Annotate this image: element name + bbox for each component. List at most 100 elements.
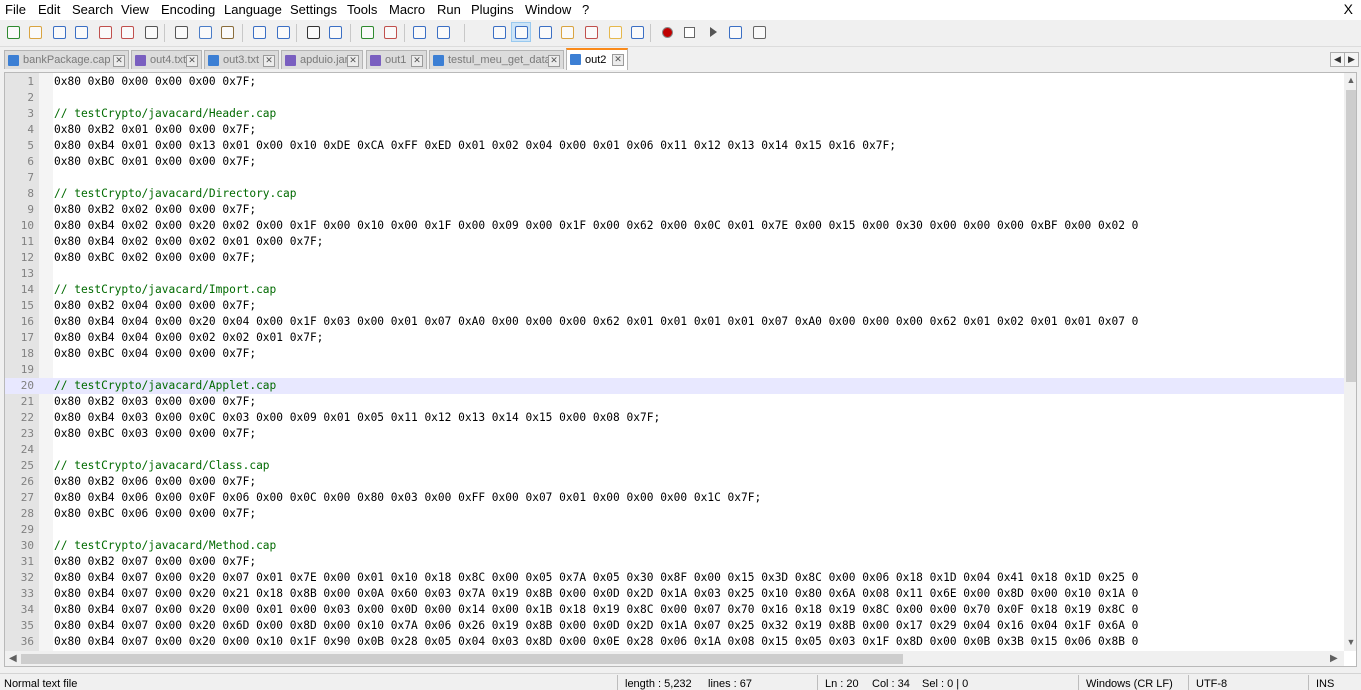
scroll-up-icon[interactable]: ▲: [1346, 75, 1356, 85]
code-line[interactable]: 9 0x80 0xB2 0x02 0x00 0x00 0x7F;: [5, 202, 1344, 218]
save-icon[interactable]: [50, 23, 68, 41]
sync-horizontal-icon[interactable]: [434, 23, 452, 41]
code-line[interactable]: 10 0x80 0xB4 0x02 0x00 0x20 0x02 0x00 0x1…: [5, 218, 1344, 234]
menu-file[interactable]: File: [5, 2, 26, 17]
save-all-icon[interactable]: [72, 23, 90, 41]
tab-close-icon[interactable]: ✕: [548, 55, 560, 67]
menu-search[interactable]: Search: [72, 2, 113, 17]
document-map-icon[interactable]: [558, 23, 576, 41]
code-line[interactable]: 36 0x80 0xB4 0x07 0x00 0x20 0x00 0x10 0x1…: [5, 634, 1344, 650]
undo-icon[interactable]: [250, 23, 268, 41]
code-line[interactable]: 33 0x80 0xB4 0x07 0x00 0x20 0x21 0x18 0x8…: [5, 586, 1344, 602]
code-line[interactable]: 20 // testCrypto/javacard/Applet.cap: [5, 378, 1344, 394]
folder-workspace-icon[interactable]: [606, 23, 624, 41]
record-macro-icon[interactable]: [658, 23, 676, 41]
tab-close-icon[interactable]: ✕: [113, 55, 125, 67]
tab-out2[interactable]: out2 ✕: [566, 48, 628, 70]
code-line[interactable]: 22 0x80 0xB4 0x03 0x00 0x0C 0x03 0x00 0x0…: [5, 410, 1344, 426]
tab-apduio[interactable]: apduio.jar ✕: [281, 50, 363, 69]
menu-settings[interactable]: Settings: [290, 2, 337, 17]
run-macro-multiple-icon[interactable]: [726, 23, 744, 41]
zoom-out-icon[interactable]: [381, 23, 399, 41]
paste-icon[interactable]: [218, 23, 236, 41]
indent-guide-icon[interactable]: [536, 23, 554, 41]
tab-scroll-left-button[interactable]: ◀: [1330, 52, 1345, 67]
code-lines[interactable]: 1 0x80 0xB0 0x00 0x00 0x00 0x7F; 2 3// test…: [5, 74, 1344, 650]
menu-plugins[interactable]: Plugins: [471, 2, 514, 17]
print-icon[interactable]: [142, 23, 160, 41]
code-line[interactable]: 27 0x80 0xB4 0x06 0x00 0x0F 0x06 0x00 0x0…: [5, 490, 1344, 506]
menu-run[interactable]: Run: [437, 2, 461, 17]
zoom-in-icon[interactable]: [358, 23, 376, 41]
save-macro-icon[interactable]: [750, 23, 768, 41]
menu-macro[interactable]: Macro: [389, 2, 425, 17]
tab-bankpackage[interactable]: bankPackage.cap ✕: [4, 50, 129, 69]
close-document-button[interactable]: X: [1344, 1, 1353, 17]
tab-out4[interactable]: out4.txt ✕: [131, 50, 202, 69]
tab-close-icon[interactable]: ✕: [612, 54, 624, 66]
horizontal-scroll-thumb[interactable]: [21, 654, 903, 664]
close-all-icon[interactable]: [118, 23, 136, 41]
word-wrap-icon[interactable]: [511, 22, 531, 42]
stop-macro-icon[interactable]: [680, 23, 698, 41]
code-line[interactable]: 6 0x80 0xBC 0x01 0x00 0x00 0x7F;: [5, 154, 1344, 170]
menu-encoding[interactable]: Encoding: [161, 2, 215, 17]
code-line[interactable]: 19: [5, 362, 1344, 378]
menu-view[interactable]: View: [121, 2, 149, 17]
cut-icon[interactable]: [172, 23, 190, 41]
code-line[interactable]: 15 0x80 0xB2 0x04 0x00 0x00 0x7F;: [5, 298, 1344, 314]
tab-close-icon[interactable]: ✕: [411, 55, 423, 67]
code-line[interactable]: 21 0x80 0xB2 0x03 0x00 0x00 0x7F;: [5, 394, 1344, 410]
find-icon[interactable]: [304, 23, 322, 41]
code-line[interactable]: 17 0x80 0xB4 0x04 0x00 0x02 0x02 0x01 0x7…: [5, 330, 1344, 346]
vertical-scroll-thumb[interactable]: [1346, 90, 1356, 382]
code-line[interactable]: 35 0x80 0xB4 0x07 0x00 0x20 0x6D 0x00 0x8…: [5, 618, 1344, 634]
menu-tools[interactable]: Tools: [347, 2, 377, 17]
code-line[interactable]: 29: [5, 522, 1344, 538]
code-line[interactable]: 31 0x80 0xB2 0x07 0x00 0x00 0x7F;: [5, 554, 1344, 570]
menu-language[interactable]: Language: [224, 2, 282, 17]
horizontal-scrollbar[interactable]: ◀ ▶: [5, 651, 1344, 666]
code-line[interactable]: 18 0x80 0xBC 0x04 0x00 0x00 0x7F;: [5, 346, 1344, 362]
code-line[interactable]: 3 // testCrypto/javacard/Header.cap: [5, 106, 1344, 122]
tab-close-icon[interactable]: ✕: [186, 55, 198, 67]
code-line[interactable]: 32 0x80 0xB4 0x07 0x00 0x20 0x07 0x01 0x7…: [5, 570, 1344, 586]
code-line[interactable]: 28 0x80 0xBC 0x06 0x00 0x00 0x7F;: [5, 506, 1344, 522]
scroll-down-icon[interactable]: ▼: [1346, 637, 1356, 647]
code-line[interactable]: 8 // testCrypto/javacard/Directory.cap: [5, 186, 1344, 202]
code-line[interactable]: 30 // testCrypto/javacard/Method.cap: [5, 538, 1344, 554]
copy-icon[interactable]: [196, 23, 214, 41]
monitoring-icon[interactable]: [628, 23, 646, 41]
replace-icon[interactable]: [326, 23, 344, 41]
code-line[interactable]: 12 0x80 0xBC 0x02 0x00 0x00 0x7F;: [5, 250, 1344, 266]
show-all-chars-icon[interactable]: [490, 23, 508, 41]
menu-window[interactable]: Window: [525, 2, 571, 17]
code-line[interactable]: 1 0x80 0xB0 0x00 0x00 0x00 0x7F;: [5, 74, 1344, 90]
code-line[interactable]: 2: [5, 90, 1344, 106]
code-line[interactable]: 24: [5, 442, 1344, 458]
function-list-icon[interactable]: [582, 23, 600, 41]
sync-vertical-icon[interactable]: [410, 23, 428, 41]
menu-edit[interactable]: Edit: [38, 2, 60, 17]
new-file-icon[interactable]: [4, 23, 22, 41]
code-line[interactable]: 25 // testCrypto/javacard/Class.cap: [5, 458, 1344, 474]
scroll-right-icon[interactable]: ▶: [1330, 653, 1338, 664]
vertical-scrollbar[interactable]: ▲ ▼: [1344, 73, 1356, 651]
scroll-left-icon[interactable]: ◀: [9, 653, 17, 664]
code-line[interactable]: 34 0x80 0xB4 0x07 0x00 0x20 0x00 0x01 0x0…: [5, 602, 1344, 618]
code-line[interactable]: 7: [5, 170, 1344, 186]
redo-icon[interactable]: [274, 23, 292, 41]
menu-help[interactable]: ?: [582, 2, 589, 17]
open-file-icon[interactable]: [26, 23, 44, 41]
code-line[interactable]: 23 0x80 0xBC 0x03 0x00 0x00 0x7F;: [5, 426, 1344, 442]
tab-close-icon[interactable]: ✕: [263, 55, 275, 67]
play-macro-icon[interactable]: [704, 23, 722, 41]
code-line[interactable]: 14 // testCrypto/javacard/Import.cap: [5, 282, 1344, 298]
close-icon[interactable]: [96, 23, 114, 41]
tab-out3[interactable]: out3.txt ✕: [204, 50, 279, 69]
tab-out1[interactable]: out1 ✕: [366, 50, 427, 69]
code-line[interactable]: 13: [5, 266, 1344, 282]
tab-testul-meu-get-data[interactable]: testul_meu_get_data ✕: [429, 50, 564, 69]
code-line[interactable]: 11 0x80 0xB4 0x02 0x00 0x02 0x01 0x00 0x7…: [5, 234, 1344, 250]
tab-scroll-right-button[interactable]: ▶: [1344, 52, 1359, 67]
